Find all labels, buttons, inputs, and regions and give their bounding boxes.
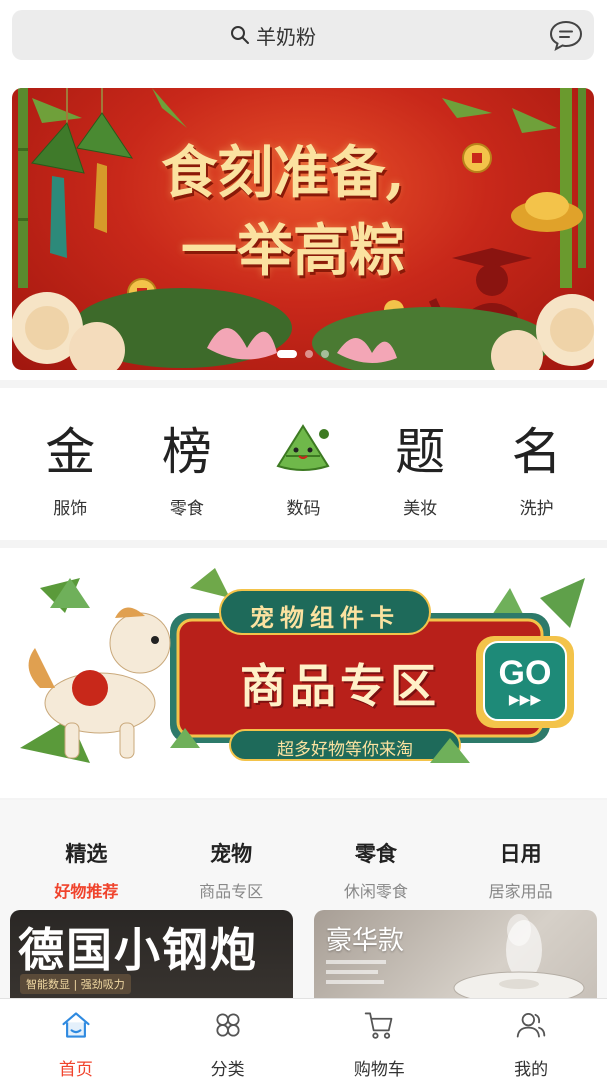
tab-subtitle: 好物推荐 (54, 882, 119, 901)
category-label: 数码 (286, 499, 321, 519)
banner-title-line2: 一举高粽 (181, 218, 405, 284)
banner-section: 食刻准备, 一举高粽 (0, 70, 607, 380)
nav-label: 分类 (210, 1060, 245, 1080)
category-item-xihu[interactable]: 名 洗护 (487, 388, 587, 540)
category-icon-bang: 榜 (152, 418, 222, 481)
category-label: 服饰 (53, 499, 88, 519)
category-item-shuma[interactable]: 数码 (253, 388, 353, 540)
category-glyph: 金 (45, 423, 96, 481)
tab-jingxuan[interactable]: 精选 好物推荐 (21, 838, 151, 902)
promo-top-label: 宠物组件卡 (250, 603, 400, 632)
promo-section: 宠物组件卡 商品专区 超多好物等你来淘 GO ▶▶▶ (0, 548, 607, 798)
tab-subtitle: 居家用品 (488, 882, 553, 901)
category-item-meizhuang[interactable]: 题 美妆 (370, 388, 470, 540)
nav-cart[interactable]: 购物车 (324, 999, 434, 1080)
promo-banner[interactable]: 宠物组件卡 商品专区 超多好物等你来淘 GO ▶▶▶ (10, 568, 597, 778)
bottom-nav: 首页 分类 购物车 我的 (0, 998, 607, 1080)
feed-tabs: 精选 好物推荐 宠物 商品专区 零食 休闲零食 日用 居家用品 (0, 800, 607, 902)
user-icon (516, 1013, 546, 1038)
tab-title: 日用 (499, 842, 542, 866)
nav-home[interactable]: 首页 (21, 999, 131, 1080)
search-icon (231, 26, 249, 44)
category-icon-ming: 名 (502, 418, 572, 481)
tab-subtitle: 商品专区 (199, 882, 264, 901)
category-label: 洗护 (519, 499, 554, 519)
header: 羊奶粉 (0, 0, 607, 70)
nav-label: 首页 (58, 1060, 93, 1080)
category-glyph: 名 (511, 423, 562, 481)
tab-title: 宠物 (210, 842, 253, 866)
message-icon[interactable] (548, 17, 584, 53)
banner-carousel[interactable]: 食刻准备, 一举高粽 (12, 88, 594, 370)
category-grid: 金 服饰 榜 零食 数码 题 美妆 名 洗护 (0, 388, 607, 540)
category-glyph: 题 (395, 423, 446, 481)
tab-lingshi[interactable]: 零食 休闲零食 (311, 838, 441, 902)
category-icon-ti: 题 (385, 418, 455, 481)
tab-title: 精选 (65, 842, 108, 866)
tab-subtitle: 休闲零食 (343, 882, 408, 901)
home-icon (62, 1012, 90, 1038)
nav-label: 购物车 (353, 1060, 405, 1080)
category-label: 美妆 (403, 499, 438, 519)
promo-title: 商品专区 (240, 659, 440, 713)
search-bar[interactable]: 羊奶粉 (12, 10, 594, 60)
go-button[interactable]: GO (484, 654, 566, 693)
category-icon (216, 1013, 240, 1037)
tab-chongwu[interactable]: 宠物 商品专区 (166, 838, 296, 902)
go-arrows-icon: ▶▶▶ (508, 692, 542, 708)
nav-profile[interactable]: 我的 (476, 999, 586, 1080)
tab-title: 零食 (354, 842, 397, 866)
product-card-tag: 智能数显 | 强劲吸力 (20, 974, 131, 994)
zongzi-icon (268, 418, 338, 478)
zongzi-mascot (276, 424, 331, 471)
tab-riyong[interactable]: 日用 居家用品 (456, 838, 586, 902)
promo-subtitle: 超多好物等你来淘 (277, 740, 413, 760)
cart-icon (365, 1012, 393, 1039)
nav-category[interactable]: 分类 (173, 999, 283, 1080)
category-glyph: 榜 (161, 423, 212, 481)
category-item-lingshi[interactable]: 榜 零食 (137, 388, 237, 540)
category-label: 零食 (169, 499, 204, 519)
search-input[interactable]: 羊奶粉 (12, 10, 534, 60)
search-query: 羊奶粉 (256, 24, 316, 49)
carousel-dot[interactable] (305, 350, 313, 358)
product-card-title: 德国小钢炮 (18, 923, 258, 977)
banner-title-line1: 食刻准备, (161, 140, 405, 206)
carousel-dot[interactable] (277, 350, 297, 358)
nav-label: 我的 (514, 1060, 549, 1080)
category-icon-jin: 金 (35, 418, 105, 481)
carousel-indicator (12, 350, 594, 358)
carousel-dot[interactable] (321, 350, 329, 358)
category-item-fushi[interactable]: 金 服饰 (20, 388, 120, 540)
